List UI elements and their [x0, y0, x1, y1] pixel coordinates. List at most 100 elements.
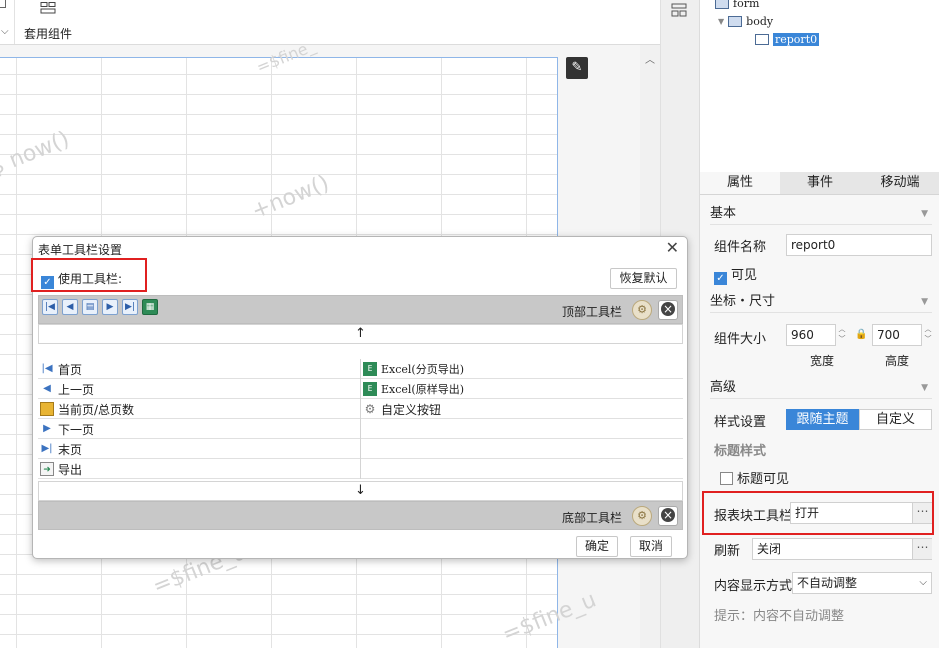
next-page-icon[interactable]: ▶: [102, 299, 118, 315]
item-last-page[interactable]: ▶| 末页: [38, 439, 360, 459]
body-icon: [728, 16, 743, 27]
excel-icon: E: [363, 362, 377, 376]
width-stepper[interactable]: ︿ ﹀: [836, 324, 848, 346]
chevron-down-icon[interactable]: ⌵: [919, 573, 927, 593]
grid-line: [0, 174, 557, 175]
move-down-arrow[interactable]: ↓: [38, 481, 683, 501]
item-next-page[interactable]: ▶ 下一页: [38, 419, 360, 439]
item-page-count[interactable]: 当前页/总页数: [38, 399, 360, 419]
last-page-icon[interactable]: ▶|: [122, 299, 138, 315]
edit-icon[interactable]: ✎: [566, 57, 588, 79]
remove-icon[interactable]: [658, 506, 678, 526]
name-label: 组件名称: [714, 240, 767, 255]
top-toolbar-bar[interactable]: |◀ ◀ ▤ ▶ ▶| ▦ 顶部工具栏 ⚙: [38, 295, 683, 324]
close-icon[interactable]: ✕: [666, 238, 679, 257]
style-follow-theme-button[interactable]: 跟随主题: [786, 409, 859, 430]
height-stepper[interactable]: ︿ ﹀: [922, 324, 934, 346]
page-count-icon[interactable]: ▤: [82, 299, 98, 315]
grid-line: [0, 634, 557, 635]
top-toolbar: ⌵ 套用组件: [0, 0, 660, 45]
tree-item-body[interactable]: ▼ body: [718, 15, 773, 28]
use-toolbar-checkbox[interactable]: ✓ 使用工具栏:: [41, 270, 122, 289]
empty-cell: [360, 439, 682, 459]
refresh-input[interactable]: 关闭: [752, 538, 932, 560]
more-icon[interactable]: ⋯: [912, 539, 932, 559]
gear-icon[interactable]: ⚙: [632, 506, 652, 526]
ok-button[interactable]: 确定: [576, 536, 618, 557]
more-icon[interactable]: ⋯: [912, 503, 932, 523]
section-coords[interactable]: 坐标・尺寸 ▼: [710, 291, 932, 313]
height-input[interactable]: 700: [872, 324, 922, 346]
content-display-select[interactable]: 不自动调整 ⌵: [792, 572, 932, 594]
item-excel-original[interactable]: E Excel(原样导出): [360, 379, 682, 399]
panel-tabs: 属性 事件 移动端: [700, 172, 939, 195]
table-row: ◀ 上一页 E Excel(原样导出): [38, 379, 683, 399]
restore-default-button[interactable]: 恢复默认: [610, 268, 677, 289]
form-icon: [715, 0, 729, 9]
toolbar-partial-icon: [0, 0, 6, 8]
component-group-icon[interactable]: [40, 2, 56, 14]
width-caption: 宽度: [810, 354, 835, 368]
tree-item-label: body: [746, 15, 774, 28]
expand-arrow-icon[interactable]: ▼: [718, 17, 724, 26]
grid-line: [0, 114, 557, 115]
gear-icon[interactable]: ⚙: [632, 300, 652, 320]
section-title: 高级: [710, 380, 737, 395]
chevron-down-icon[interactable]: ▼: [921, 377, 928, 399]
item-excel-page[interactable]: E Excel(分页导出): [360, 359, 682, 379]
move-up-arrow[interactable]: ↑: [38, 324, 683, 344]
item-previous-page[interactable]: ◀ 上一页: [38, 379, 360, 399]
grid-line: [0, 614, 557, 615]
item-first-page[interactable]: |◀ 首页: [38, 359, 360, 379]
tree-item-label: form: [733, 0, 760, 10]
top-bar-label: 顶部工具栏: [561, 305, 622, 319]
tab-mobile[interactable]: 移动端: [860, 172, 939, 194]
layout-icon[interactable]: [671, 3, 687, 17]
width-input[interactable]: 960: [786, 324, 836, 346]
page-count-icon: [40, 402, 54, 416]
grid-line: [0, 134, 557, 135]
item-label: 上一页: [58, 382, 95, 397]
table-row: |◀ 首页 E Excel(分页导出): [38, 359, 683, 379]
report-toolbar-label: 报表块工具栏: [714, 509, 793, 524]
checkbox-checked-icon[interactable]: ✓: [714, 272, 727, 285]
toolbar-settings-dialog: 表单工具栏设置 ✕ ✓ 使用工具栏: 恢复默认 |◀ ◀ ▤ ▶ ▶| ▦ 顶部工…: [31, 236, 688, 559]
section-basic[interactable]: 基本 ▼: [710, 203, 932, 225]
height-caption: 高度: [885, 354, 910, 368]
bottom-bar-label: 底部工具栏: [561, 511, 622, 525]
scroll-up-icon[interactable]: ︿: [645, 51, 655, 66]
remove-icon[interactable]: [658, 300, 678, 320]
title-visible-checkbox[interactable]: 标题可见: [720, 468, 789, 487]
cancel-button[interactable]: 取消: [630, 536, 672, 557]
tree-item-label: report0: [773, 33, 820, 46]
name-input[interactable]: report0: [786, 234, 932, 256]
first-page-icon[interactable]: |◀: [42, 299, 58, 315]
bottom-toolbar-bar[interactable]: 底部工具栏 ⚙: [38, 501, 683, 530]
apply-component-label[interactable]: 套用组件: [24, 25, 72, 42]
report-toolbar-input[interactable]: 打开: [790, 502, 932, 524]
export-icon: ➜: [40, 462, 54, 476]
chevron-down-icon[interactable]: ▼: [921, 203, 928, 225]
style-custom-button[interactable]: 自定义: [859, 409, 932, 430]
excel-export-icon[interactable]: ▦: [142, 299, 158, 315]
tab-events[interactable]: 事件: [780, 172, 860, 194]
item-custom-button[interactable]: ⚙ 自定义按钮: [360, 399, 682, 419]
empty-cell: [360, 419, 682, 439]
use-toolbar-label: 使用工具栏:: [58, 272, 123, 286]
toolbar-divider: [14, 0, 15, 44]
lock-icon[interactable]: 🔒: [855, 329, 867, 340]
tree-item-report0[interactable]: report0: [755, 33, 820, 46]
content-display-value: 不自动调整: [797, 576, 858, 590]
chevron-down-icon[interactable]: ⌵: [1, 26, 9, 37]
section-advanced[interactable]: 高级 ▼: [710, 377, 932, 399]
tree-item-form[interactable]: form: [715, 0, 759, 10]
dialog-title: 表单工具栏设置: [38, 243, 123, 257]
chevron-down-icon[interactable]: ▼: [921, 291, 928, 313]
next-page-icon: ▶: [43, 423, 51, 434]
item-export[interactable]: ➜ 导出: [38, 459, 360, 479]
previous-page-icon[interactable]: ◀: [62, 299, 78, 315]
tab-properties[interactable]: 属性: [700, 172, 780, 194]
checkbox-unchecked-icon[interactable]: [720, 472, 733, 485]
checkbox-checked-icon[interactable]: ✓: [41, 276, 54, 289]
visible-checkbox[interactable]: ✓ 可见: [714, 264, 757, 285]
